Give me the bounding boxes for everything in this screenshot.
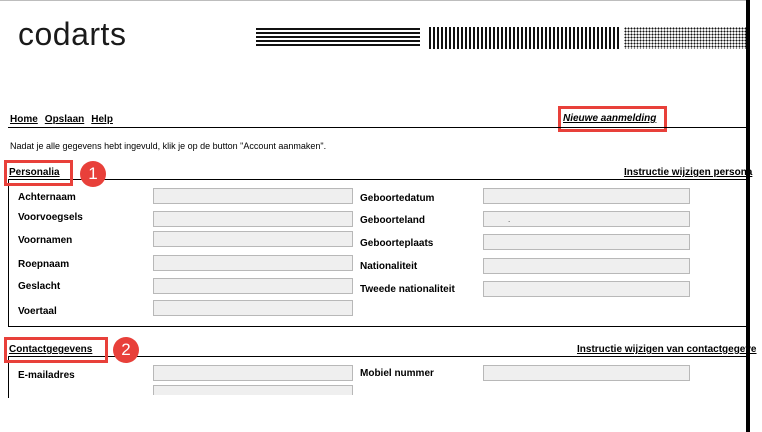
label-voorvoegsels: Voorvoegsels — [18, 212, 83, 223]
label-e-mailadres: E-mailadres — [18, 370, 75, 381]
voornamen-field[interactable] — [153, 231, 353, 247]
mobiel-nummer-field[interactable] — [483, 365, 690, 381]
geboortedatum-field[interactable] — [483, 188, 690, 204]
nav-opslaan-link[interactable]: Opslaan — [45, 114, 84, 125]
highlight-status — [558, 106, 667, 132]
label-geslacht: Geslacht — [18, 281, 61, 292]
nav-help-link[interactable]: Help — [91, 114, 113, 125]
label-geboortedatum: Geboortedatum — [360, 193, 435, 204]
geboorteland-value: . — [508, 215, 511, 224]
label-geboorteplaats: Geboorteplaats — [360, 238, 434, 249]
geboorteland-field[interactable]: . — [483, 211, 690, 227]
top-border — [0, 0, 750, 8]
intro-text: Nadat je alle gegevens hebt ingevuld, kl… — [10, 141, 327, 151]
next-field-partial[interactable] — [153, 385, 353, 395]
badge-1: 1 — [80, 161, 106, 187]
contact-instruction-link[interactable]: Instructie wijzigen van contactgegeve — [577, 344, 757, 355]
tweede-nationaliteit-field[interactable] — [483, 281, 690, 297]
label-geboorteland: Geboorteland — [360, 215, 426, 226]
top-nav: Home Opslaan Help — [10, 114, 120, 125]
roepnaam-field[interactable] — [153, 255, 353, 271]
label-roepnaam: Roepnaam — [18, 259, 70, 270]
nav-divider — [8, 127, 748, 128]
label-voornamen: Voornamen — [18, 235, 73, 246]
e-mailadres-field[interactable] — [153, 365, 353, 381]
badge-2: 2 — [113, 337, 139, 363]
nationaliteit-field[interactable] — [483, 258, 690, 274]
personalia-rule — [8, 179, 748, 180]
label-voertaal: Voertaal — [18, 306, 57, 317]
highlight-contactgegevens — [4, 337, 108, 363]
header-pattern-dots — [624, 27, 746, 49]
label-tweede-nationaliteit: Tweede nationaliteit — [360, 284, 455, 295]
label-mobiel-nummer: Mobiel nummer — [360, 368, 434, 379]
highlight-personalia — [4, 160, 73, 186]
achternaam-field[interactable] — [153, 188, 353, 204]
geboorteplaats-field[interactable] — [483, 234, 690, 250]
voorvoegsels-field[interactable] — [153, 211, 353, 227]
header-pattern-vertical — [429, 27, 619, 49]
geslacht-field[interactable] — [153, 278, 353, 294]
personalia-instruction-link[interactable]: Instructie wijzigen persona — [624, 167, 752, 178]
nav-home-link[interactable]: Home — [10, 114, 38, 125]
label-nationaliteit: Nationaliteit — [360, 261, 418, 272]
label-achternaam: Achternaam — [18, 192, 76, 203]
header-pattern-horizontal — [256, 28, 420, 48]
codarts-logo: codarts — [18, 16, 127, 52]
voertaal-field[interactable] — [153, 300, 353, 316]
